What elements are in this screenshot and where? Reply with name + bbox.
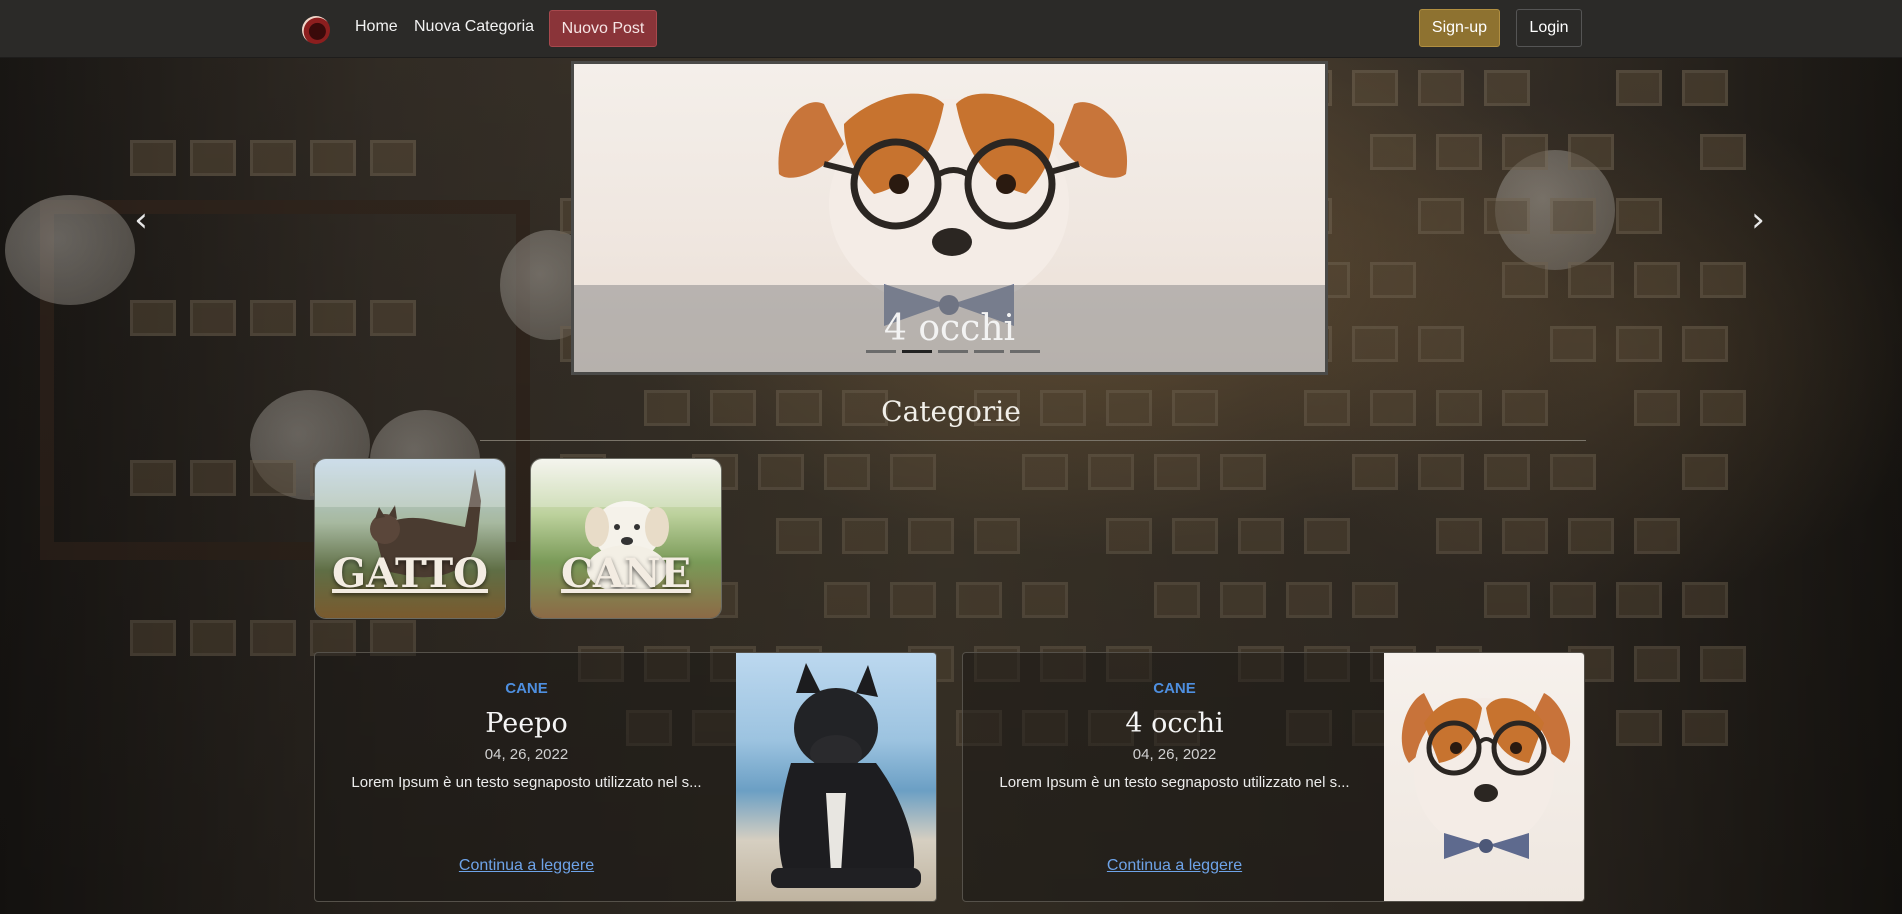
carousel-caption: 4 occhi (883, 308, 1016, 349)
post-image-black-dog (736, 653, 936, 901)
continue-reading-link[interactable]: Continua a leggere (963, 857, 1386, 875)
category-card-cane[interactable]: CANE (530, 458, 722, 619)
post-image-dog-glasses (1384, 653, 1584, 901)
post-excerpt: Lorem Ipsum è un testo segnaposto utiliz… (999, 774, 1350, 791)
carousel-next-icon[interactable]: › (1747, 203, 1769, 237)
carousel-indicator[interactable] (974, 350, 1004, 353)
category-card-gatto[interactable]: GATTO (314, 458, 506, 619)
new-post-button[interactable]: Nuovo Post (549, 10, 657, 47)
post-body: CANE Peepo 04, 26, 2022 Lorem Ipsum è un… (315, 653, 738, 901)
post-card: CANE 4 occhi 04, 26, 2022 Lorem Ipsum è … (962, 652, 1585, 902)
navbar: Home Nuova Categoria Nuovo Post Sign-up … (0, 0, 1902, 58)
categories-title: Categorie (881, 395, 1021, 428)
carousel: 4 occhi (571, 61, 1328, 375)
post-date: 04, 26, 2022 (1132, 746, 1217, 763)
post-card: CANE Peepo 04, 26, 2022 Lorem Ipsum è un… (314, 652, 937, 902)
post-excerpt: Lorem Ipsum è un testo segnaposto utiliz… (351, 774, 702, 791)
category-label: CANE (561, 550, 691, 597)
post-category[interactable]: CANE (315, 680, 738, 697)
carousel-indicator[interactable] (938, 350, 968, 353)
carousel-indicator[interactable] (866, 350, 896, 353)
nav-link-home[interactable]: Home (355, 18, 398, 36)
carousel-indicators (866, 350, 1040, 353)
post-body: CANE 4 occhi 04, 26, 2022 Lorem Ipsum è … (963, 653, 1386, 901)
carousel-indicator-active[interactable] (902, 350, 932, 353)
signup-button[interactable]: Sign-up (1419, 9, 1500, 47)
post-category[interactable]: CANE (963, 680, 1386, 697)
login-button[interactable]: Login (1516, 9, 1582, 47)
category-label: GATTO (332, 550, 488, 597)
carousel-prev-icon[interactable]: ‹ (130, 203, 152, 237)
site-logo[interactable] (302, 16, 330, 44)
post-title: Peepo (485, 708, 568, 739)
post-title: 4 occhi (1125, 708, 1224, 739)
post-date: 04, 26, 2022 (484, 746, 569, 763)
section-divider (480, 440, 1586, 441)
nav-link-new-category[interactable]: Nuova Categoria (414, 18, 534, 36)
continue-reading-link[interactable]: Continua a leggere (315, 857, 738, 875)
carousel-indicator[interactable] (1010, 350, 1040, 353)
